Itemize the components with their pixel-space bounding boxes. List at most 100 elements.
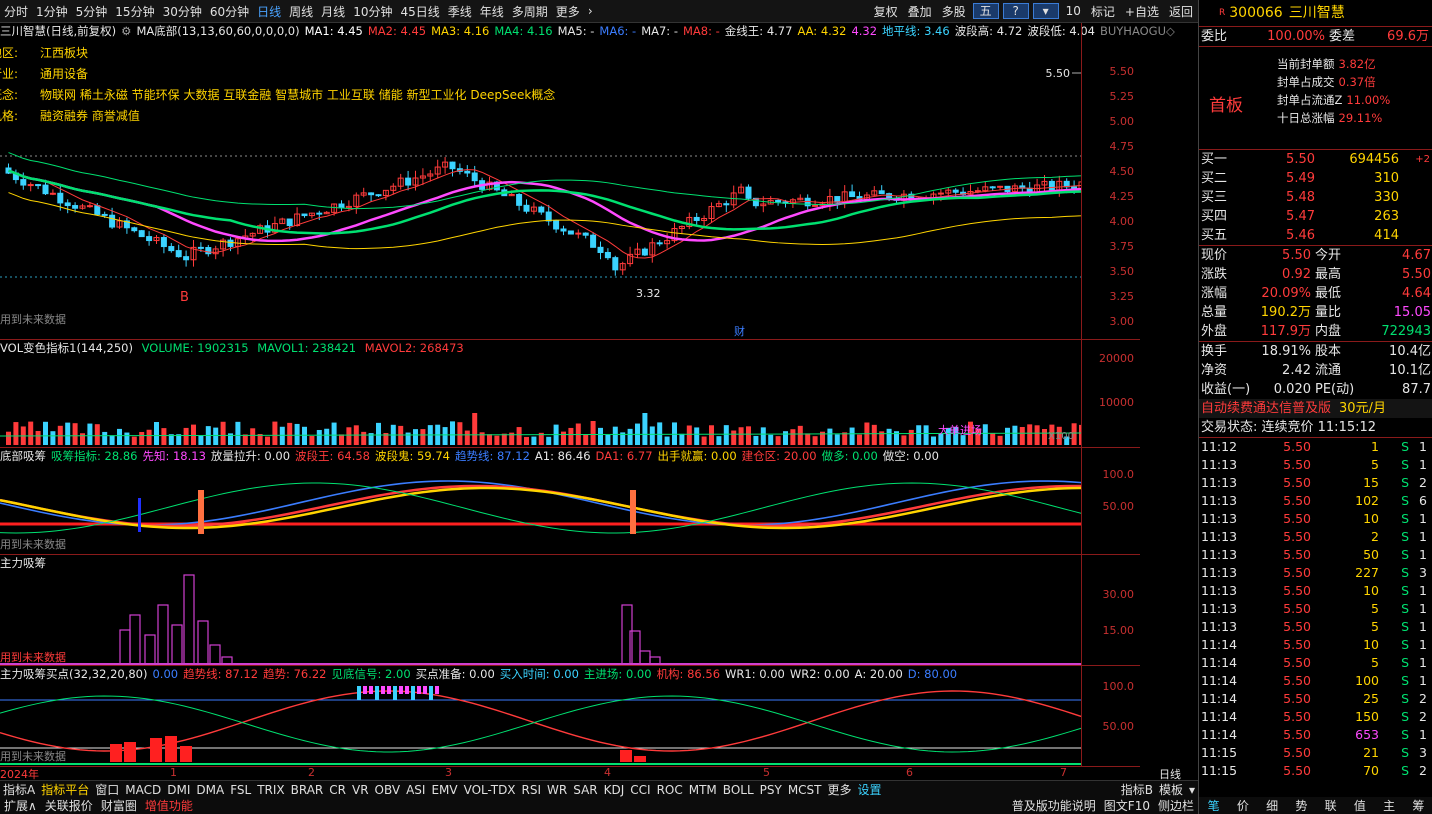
period-tab[interactable]: 15分钟 [111,3,158,20]
bid-change [1399,226,1432,245]
toolbar-button[interactable]: 10 [1061,4,1086,18]
indicator-tab[interactable]: PSY [757,783,785,797]
extension-tab[interactable]: 图文F10 [1100,797,1154,814]
detail-tab[interactable]: 联 [1325,797,1337,814]
detail-tab[interactable]: 细 [1266,797,1278,814]
bid-label: 买四 [1201,209,1228,224]
indicator-tab[interactable]: WR [544,783,570,797]
bid-row[interactable]: 买五 5.46 414 [1199,226,1432,245]
detail-tab[interactable]: 主 [1383,797,1395,814]
kline-panel[interactable]: 三川智慧(日线,前复权) ⚙ MA底部(13,13,60,60,0,0,0,0) MA… [0,23,1175,340]
promo-price[interactable]: 30元/月 [1339,399,1386,418]
period-tab[interactable]: 季线 [444,3,476,20]
indicator-tab[interactable]: 设置 [855,781,885,798]
indicator-tab[interactable]: CR [326,783,349,797]
panel-icon[interactable]: 五 [972,3,999,19]
period-tab[interactable]: 10分钟 [349,3,396,20]
indicator-tab[interactable]: RSI [519,783,545,797]
bid-row[interactable]: 买一 5.50 694456 +2 [1199,150,1432,169]
chevron-right-icon[interactable]: › [584,4,597,18]
detail-tab[interactable]: 筹 [1412,797,1424,814]
indicator-tab[interactable]: 指标A [0,781,38,798]
extension-tab[interactable]: 普及版功能说明 [1008,797,1100,814]
indicator-tab[interactable]: OBV [372,783,404,797]
promo-row[interactable]: 自动续费通达信普及版 30元/月 [1199,399,1432,418]
tick-count: 6 [1419,493,1427,508]
indicator-tab[interactable]: MTM [686,783,720,797]
volume-bar [738,427,744,445]
period-tab[interactable]: 年线 [476,3,508,20]
toolbar-button[interactable]: 标记 [1086,3,1120,20]
zlmd-panel[interactable]: 主力吸筹买点(32,32,20,80) 0.00 趋势线: 87.12 趋势: 76.… [0,666,1140,767]
indicator-tab[interactable]: VR [349,783,372,797]
indicator-tab[interactable]: 指标B [1118,781,1156,798]
period-tab[interactable]: 更多 [552,3,584,20]
bid-price: 5.48 [1286,190,1315,205]
indicator-tab[interactable]: EMV [428,783,460,797]
extension-tab[interactable]: 关联报价 [41,797,97,814]
period-tab[interactable]: 月线 [317,3,349,20]
period-tab[interactable]: 周线 [285,3,317,20]
zlmd-chart[interactable]: 用到未来数据 [0,666,1082,766]
indicator-tab[interactable]: VOL-TDX [461,783,519,797]
toolbar-button[interactable]: 叠加 [903,3,937,20]
y-tick: 4.00 [1109,215,1135,228]
dibu-panel[interactable]: 底部吸筹 吸筹指标: 28.86 先知: 18.13 放量拉升: 0.00 波段王: 6… [0,448,1140,555]
period-tab[interactable]: 30分钟 [159,3,206,20]
candle-body [42,184,49,195]
help-icon[interactable]: ? [1002,3,1029,19]
volume-chart[interactable]: X100 大单进场 [0,340,1082,447]
zhuli-panel[interactable]: 主力吸筹 用到未来数据 30.00 15.00 [0,555,1140,666]
indicator-tab[interactable]: ROC [654,783,686,797]
promo-text[interactable]: 自动续费通达信普及版 [1199,399,1331,418]
bid-row[interactable]: 买二 5.49 310 [1199,169,1432,188]
bid-row[interactable]: 买四 5.47 263 [1199,207,1432,226]
volume-panel[interactable]: VOL变色指标1(144,250) VOLUME: 1902315 MAVOL1… [0,340,1140,448]
indicator-tab[interactable]: BRAR [288,783,327,797]
extension-tab[interactable]: 扩展∧ [0,797,41,814]
indicator-tab[interactable]: DMI [164,783,193,797]
indicator-tab[interactable]: MACD [122,783,164,797]
zhuli-chart[interactable]: 用到未来数据 [0,555,1082,665]
chevron-down-icon[interactable]: ▾ [1032,3,1059,19]
detail-tab[interactable]: 价 [1237,797,1249,814]
detail-tab[interactable]: 值 [1354,797,1366,814]
indicator-tab[interactable]: SAR [570,783,600,797]
indicator-tab[interactable]: TRIX [254,783,287,797]
bid-row[interactable]: 买三 5.48 330 [1199,188,1432,207]
period-tab[interactable]: 45日线 [396,3,443,20]
finance-marker[interactable]: 财 [734,324,745,338]
period-tab[interactable]: 日线 [253,3,285,20]
indicator-tab[interactable]: 指标平台 [38,781,92,798]
toolbar-button[interactable]: +自选 [1120,3,1164,20]
period-tab[interactable]: 60分钟 [206,3,253,20]
period-tab[interactable]: 多周期 [508,3,552,20]
extension-tab[interactable]: 财富圈 [97,797,141,814]
tick-time: 11:15 [1201,763,1238,778]
dibu-chart[interactable]: 用到未来数据 [0,448,1082,554]
detail-tab[interactable]: 势 [1295,797,1307,814]
period-tab[interactable]: 5分钟 [72,3,112,20]
period-tab[interactable]: 1分钟 [32,3,72,20]
toolbar-button[interactable]: 复权 [869,3,903,20]
indicator-tab[interactable]: ASI [403,783,428,797]
kline-chart[interactable]: 5.50 3.32 B 用到未来数据财 [0,23,1082,339]
indicator-tab[interactable]: 更多 [825,781,855,798]
indicator-tab[interactable]: 窗口 [92,781,122,798]
extension-tab[interactable]: 增值功能 [141,797,197,814]
period-tab[interactable]: 分时 [0,3,32,20]
indicator-tab[interactable]: MCST [785,783,825,797]
chevron-down-icon[interactable]: ▾ [1186,783,1198,797]
indicator-tab[interactable]: FSL [227,783,254,797]
indicator-tab[interactable]: DMA [193,783,227,797]
indicator-tab[interactable]: BOLL [720,783,757,797]
seal-info-key: 当前封单额 [1277,57,1335,71]
indicator-tab[interactable]: 模板 [1156,781,1186,798]
indicator-tab[interactable]: CCI [627,783,653,797]
volume-bar [768,434,774,445]
indicator-tab[interactable]: KDJ [601,783,628,797]
toolbar-button[interactable]: 多股 [937,3,971,20]
extension-tab[interactable]: 侧边栏 [1154,797,1198,814]
toolbar-button[interactable]: 返回 [1164,3,1198,20]
detail-tab[interactable]: 笔 [1208,797,1220,814]
